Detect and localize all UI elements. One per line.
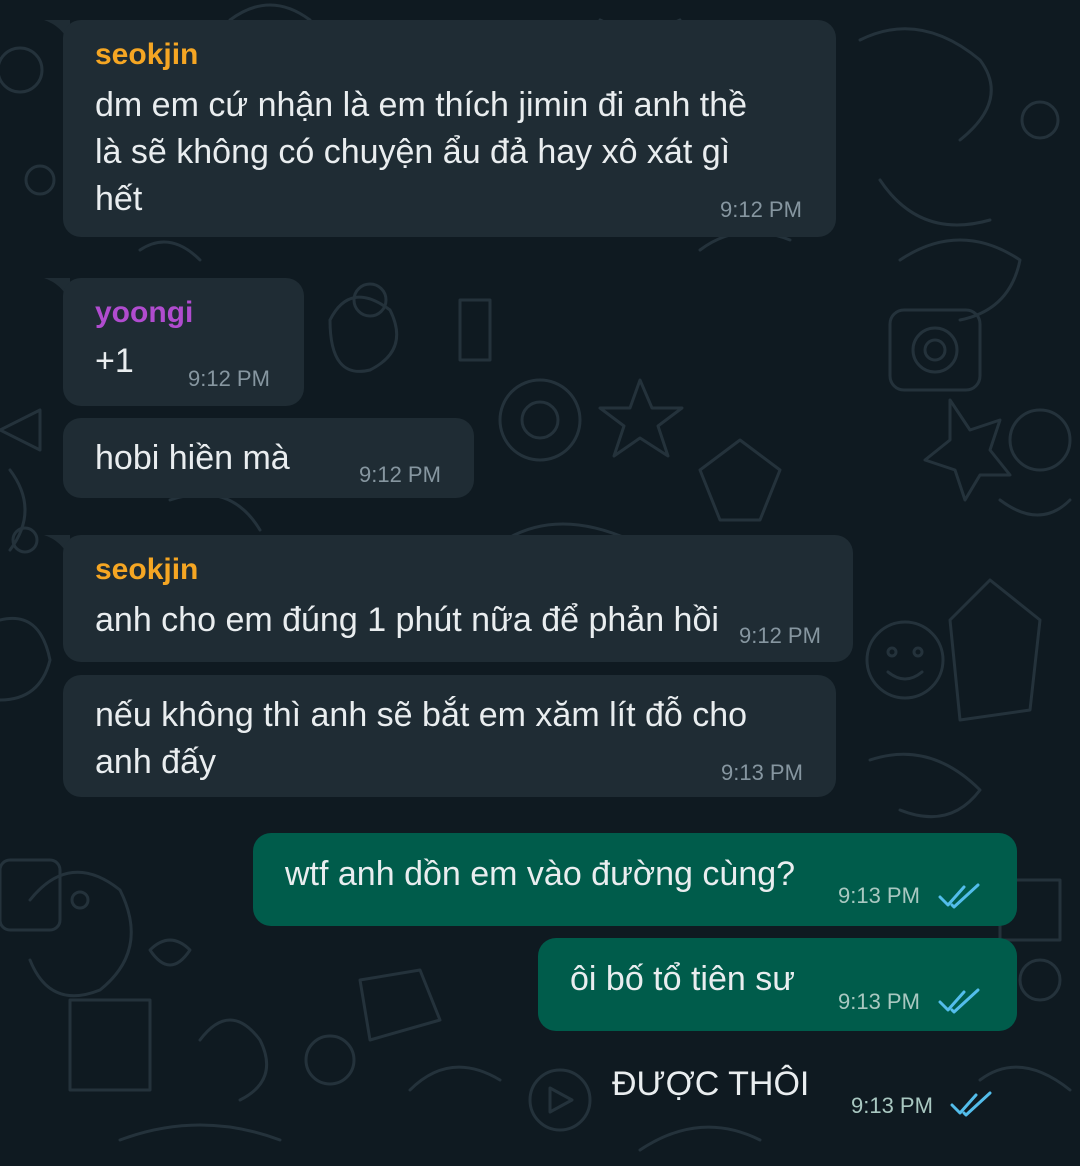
- sender-name: seokjin: [95, 553, 199, 586]
- message-timestamp: 9:13 PM: [851, 1093, 933, 1118]
- message-bubble-incoming[interactable]: seokjin dm em cứ nhận là em thích jimin …: [63, 20, 836, 237]
- message-bubble-outgoing[interactable]: ôi bố tổ tiên sư 9:13 PM: [538, 938, 1017, 1031]
- message-bubble-incoming[interactable]: nếu không thì anh sẽ bắt em xăm lít đỗ c…: [63, 675, 836, 797]
- message-timestamp: 9:13 PM: [721, 760, 803, 785]
- message-text-line: ĐƯỢC THÔI: [612, 1065, 810, 1103]
- message-timestamp: 9:12 PM: [720, 197, 802, 222]
- double-check-read-icon: [950, 1091, 992, 1117]
- message-timestamp: 9:13 PM: [838, 989, 920, 1014]
- message-text-line: nếu không thì anh sẽ bắt em xăm lít đỗ c…: [95, 696, 748, 734]
- message-bubble-incoming[interactable]: yoongi +1 9:12 PM: [63, 278, 304, 406]
- message-timestamp: 9:12 PM: [739, 623, 821, 648]
- double-check-read-icon: [938, 988, 980, 1014]
- message-text-line: hết: [95, 180, 143, 218]
- message-timestamp: 9:12 PM: [359, 462, 441, 487]
- message-text-line: anh đấy: [95, 743, 216, 781]
- message-text-line: ôi bố tổ tiên sư: [570, 960, 796, 998]
- double-check-read-icon: [938, 883, 980, 909]
- message-text-line: là sẽ không có chuyện ẩu đả hay xô xát g…: [95, 133, 731, 171]
- sender-name: seokjin: [95, 38, 199, 71]
- message-bubble-incoming[interactable]: hobi hiền mà 9:12 PM: [63, 418, 474, 498]
- message-timestamp: 9:12 PM: [188, 366, 270, 391]
- message-bubble-incoming[interactable]: seokjin anh cho em đúng 1 phút nữa để ph…: [63, 535, 853, 662]
- message-bubble-outgoing[interactable]: wtf anh dồn em vào đường cùng? 9:13 PM: [253, 833, 1017, 926]
- message-text-line: anh cho em đúng 1 phút nữa để phản hồi: [95, 601, 719, 639]
- message-text-line: +1: [95, 342, 134, 380]
- message-text-line: wtf anh dồn em vào đường cùng?: [285, 855, 796, 893]
- message-timestamp: 9:13 PM: [838, 883, 920, 908]
- sender-name: yoongi: [95, 296, 194, 329]
- message-text-line: hobi hiền mà: [95, 439, 290, 477]
- message-text-line: dm em cứ nhận là em thích jimin đi anh t…: [95, 86, 748, 124]
